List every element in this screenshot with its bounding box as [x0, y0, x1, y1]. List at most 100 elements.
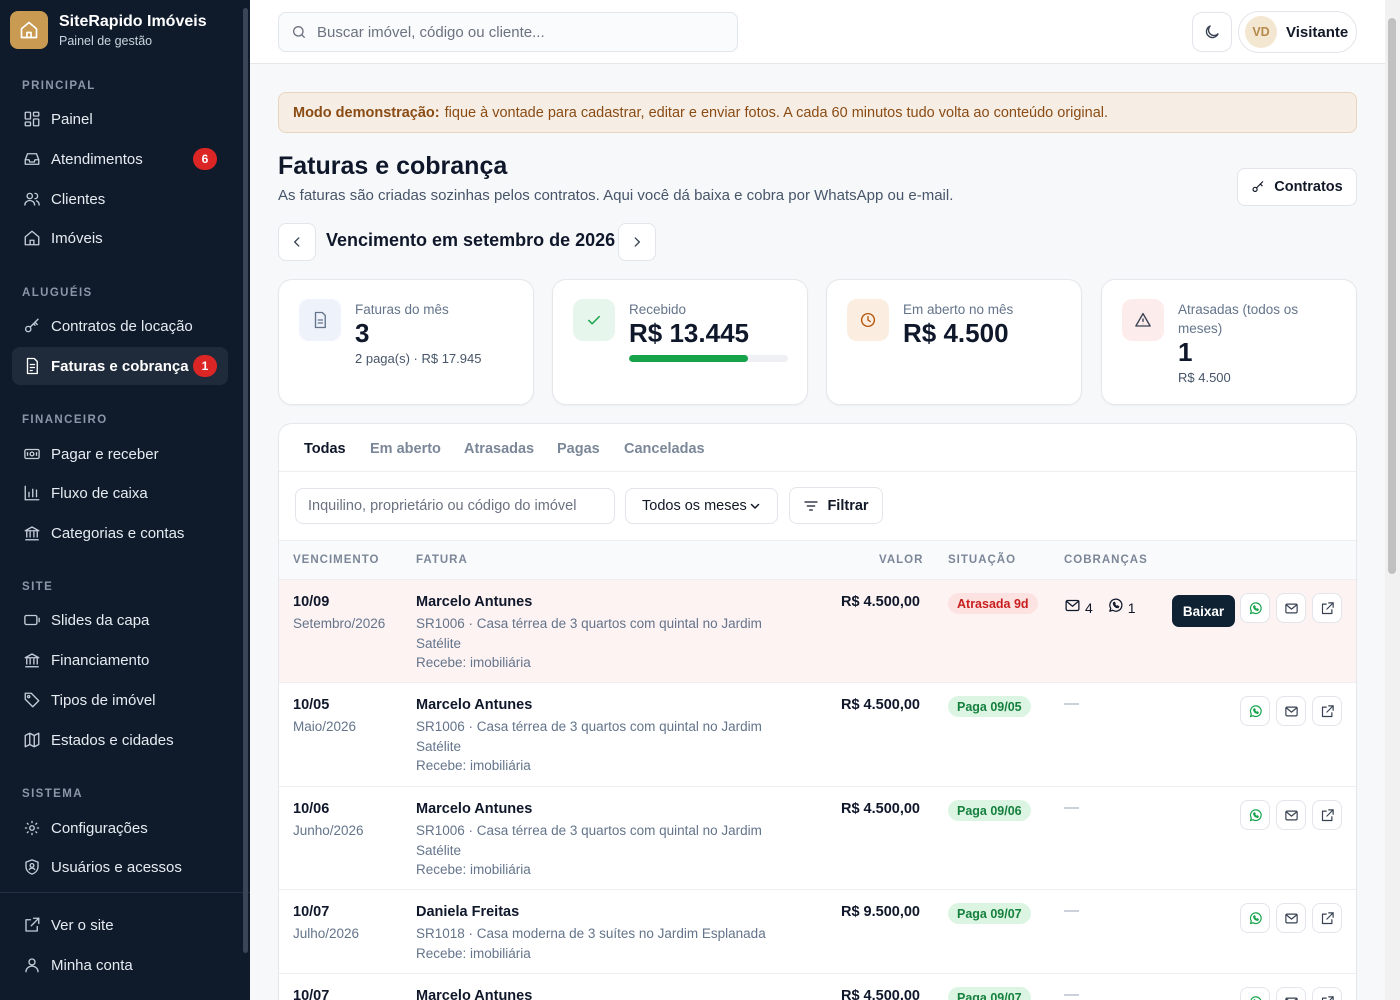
whatsapp-button[interactable]: [1240, 903, 1270, 933]
sidebar-item-label: Atendimentos: [51, 150, 143, 168]
theme-toggle-button[interactable]: [1192, 12, 1232, 52]
prev-month-button[interactable]: [278, 223, 316, 261]
tab-canceladas[interactable]: Canceladas: [624, 441, 705, 457]
due-day: 10/07: [293, 904, 330, 920]
table-row[interactable]: 10/09 Setembro/2026 Marcelo Antunes SR1006…: [279, 580, 1356, 683]
section-site: SITE: [22, 581, 54, 593]
sidebar-item-financiamento[interactable]: Financiamento: [12, 641, 228, 679]
due-month: Setembro/2026: [293, 616, 386, 631]
tab-pagas[interactable]: Pagas: [557, 441, 600, 457]
open-invoice-button[interactable]: [1312, 987, 1342, 1000]
month-select-value: Todos os meses: [642, 498, 747, 514]
external-link-icon: [1320, 601, 1335, 616]
table-row[interactable]: 10/06 Junho/2026 Marcelo Antunes SR1006 · …: [279, 787, 1356, 890]
stat-note: R$ 4.500: [1178, 370, 1231, 385]
warning-icon: [1122, 299, 1164, 341]
whatsapp-button[interactable]: [1240, 593, 1270, 623]
column-header[interactable]: SITUAÇÃO: [948, 554, 1016, 566]
brand[interactable]: SiteRapido Imóveis Painel de gestão: [0, 0, 250, 60]
column-header[interactable]: FATURA: [416, 554, 468, 566]
open-invoice-button[interactable]: [1312, 593, 1342, 623]
bank-icon: [22, 650, 42, 670]
whatsapp-button[interactable]: [1240, 800, 1270, 830]
whatsapp-icon: [1248, 995, 1263, 1000]
search-placeholder: Buscar imóvel, código ou cliente...: [317, 23, 545, 41]
email-button[interactable]: [1276, 987, 1306, 1000]
progress-fill: [629, 355, 749, 362]
page-title: Faturas e cobrança: [278, 152, 508, 180]
tenant-name[interactable]: Daniela Freitas: [416, 904, 786, 920]
sidebar-item-tipos-imovel[interactable]: Tipos de imóvel: [12, 681, 228, 719]
column-header[interactable]: COBRANÇAS: [1064, 554, 1148, 566]
email-button[interactable]: [1276, 593, 1306, 623]
sidebar-item-pagar-receber[interactable]: Pagar e receber: [12, 435, 228, 473]
sidebar-item-fluxo-caixa[interactable]: Fluxo de caixa: [12, 474, 228, 512]
sidebar-item-estados-cidades[interactable]: Estados e cidades: [12, 721, 228, 759]
tab-todas[interactable]: Todas: [304, 441, 346, 457]
open-invoice-button[interactable]: [1312, 903, 1342, 933]
sidebar-item-ver-site[interactable]: Ver o site: [12, 906, 228, 944]
search-input[interactable]: Buscar imóvel, código ou cliente...: [278, 12, 738, 52]
sidebar-item-atendimentos[interactable]: Atendimentos 6: [12, 140, 228, 178]
invoice-value: R$ 4.500,00: [840, 988, 920, 1000]
open-invoice-button[interactable]: [1312, 800, 1342, 830]
column-header[interactable]: VENCIMENTO: [293, 554, 379, 566]
avatar: VD: [1245, 16, 1277, 48]
sidebar-item-configuracoes[interactable]: Configurações: [12, 809, 228, 847]
key-icon: [22, 316, 42, 336]
stat-card-open: Em aberto no mês R$ 4.500: [826, 279, 1082, 405]
whatsapp-button[interactable]: [1240, 696, 1270, 726]
contracts-button[interactable]: Contratos: [1237, 168, 1357, 206]
property-description: SR1006 · Casa térrea de 3 quartos com qu…: [416, 719, 762, 754]
user-menu-button[interactable]: VD Visitante: [1238, 11, 1357, 53]
sidebar-item-categorias[interactable]: Categorias e contas: [12, 514, 228, 552]
tab-atrasadas[interactable]: Atrasadas: [464, 441, 534, 457]
email-button[interactable]: [1276, 800, 1306, 830]
filter-search-input[interactable]: Inquilino, proprietário ou código do imó…: [295, 488, 615, 524]
whatsapp-count: 1: [1127, 600, 1136, 616]
filter-button[interactable]: Filtrar: [789, 487, 883, 524]
settle-button[interactable]: Baixar: [1172, 595, 1235, 627]
email-button[interactable]: [1276, 696, 1306, 726]
sidebar-item-usuarios[interactable]: Usuários e acessos: [12, 848, 228, 886]
column-header[interactable]: VALOR: [879, 554, 923, 566]
stat-card-received: Recebido R$ 13.445: [552, 279, 808, 405]
tenant-name[interactable]: Marcelo Antunes: [416, 697, 786, 713]
sidebar-item-faturas[interactable]: Faturas e cobrança 1: [12, 347, 228, 385]
month-select[interactable]: Todos os meses: [625, 488, 778, 524]
email-button[interactable]: [1276, 903, 1306, 933]
sidebar-item-label: Estados e cidades: [51, 731, 174, 749]
stat-note: 2 paga(s) · R$ 17.945: [355, 351, 482, 366]
tenant-name[interactable]: Marcelo Antunes: [416, 594, 786, 610]
page-scrollbar-thumb[interactable]: [1388, 18, 1396, 574]
due-month: Julho/2026: [293, 926, 360, 941]
sidebar-scrollbar[interactable]: [243, 8, 248, 953]
invoice-value: R$ 4.500,00: [840, 697, 920, 713]
open-invoice-button[interactable]: [1312, 696, 1342, 726]
sidebar-item-clientes[interactable]: Clientes: [12, 180, 228, 218]
table-row[interactable]: 10/05 Maio/2026 Marcelo Antunes SR1006 · C…: [279, 683, 1356, 787]
whatsapp-icon: [1107, 597, 1124, 614]
stat-value: R$ 4.500: [903, 318, 1009, 348]
sidebar-item-label: Faturas e cobrança: [51, 357, 189, 375]
tab-em-aberto[interactable]: Em aberto: [370, 441, 441, 457]
table-row[interactable]: 10/07 Marcelo Antunes R$ 4.500,00 Paga 0…: [279, 974, 1356, 1000]
status-badge: Atrasada 9d: [948, 593, 1038, 614]
tenant-name[interactable]: Marcelo Antunes: [416, 801, 786, 817]
invoice-value: R$ 9.500,00: [840, 904, 920, 920]
stat-label: Faturas do mês: [355, 302, 449, 317]
home-icon: [22, 228, 42, 248]
whatsapp-icon: [1248, 704, 1263, 719]
table-row[interactable]: 10/07 Julho/2026 Daniela Freitas SR1018 · …: [279, 890, 1356, 974]
next-month-button[interactable]: [618, 223, 656, 261]
sidebar-item-imoveis[interactable]: Imóveis: [12, 219, 228, 257]
sidebar-item-painel[interactable]: Painel: [12, 100, 228, 138]
sidebar-item-slides[interactable]: Slides da capa: [12, 601, 228, 639]
whatsapp-button[interactable]: [1240, 987, 1270, 1000]
section-alugueis: ALUGUÉIS: [22, 287, 93, 299]
chevron-right-icon: [630, 235, 644, 249]
sidebar-item-minha-conta[interactable]: Minha conta: [12, 946, 228, 984]
sidebar-item-contratos[interactable]: Contratos de locação: [12, 307, 228, 345]
receiver: Recebe: imobiliária: [416, 655, 531, 670]
tenant-name[interactable]: Marcelo Antunes: [416, 988, 786, 1000]
